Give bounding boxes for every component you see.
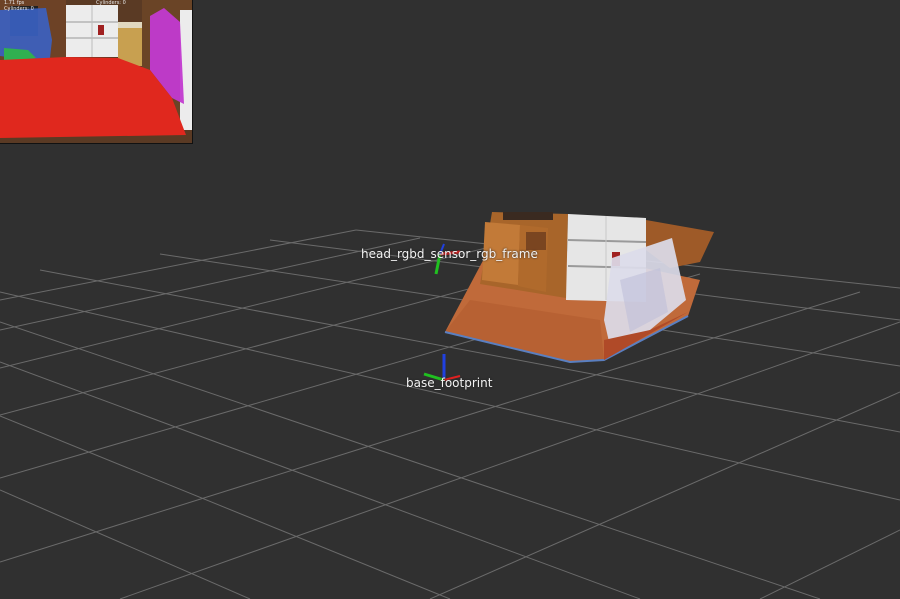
base-frame-label: base_footprint xyxy=(406,376,493,390)
point-cloud xyxy=(444,212,714,364)
cylinder-substatus: Cylinders: 0 xyxy=(4,6,34,12)
cylinder-status: Cylinders: 0 xyxy=(96,0,126,6)
ground-grid xyxy=(0,229,900,599)
head-frame-label: head_rgbd_sensor_rgb_frame xyxy=(361,247,538,261)
segmented-camera-view: 1.71 fps Cylinders: 0 Cylinders: 0 xyxy=(0,0,193,144)
